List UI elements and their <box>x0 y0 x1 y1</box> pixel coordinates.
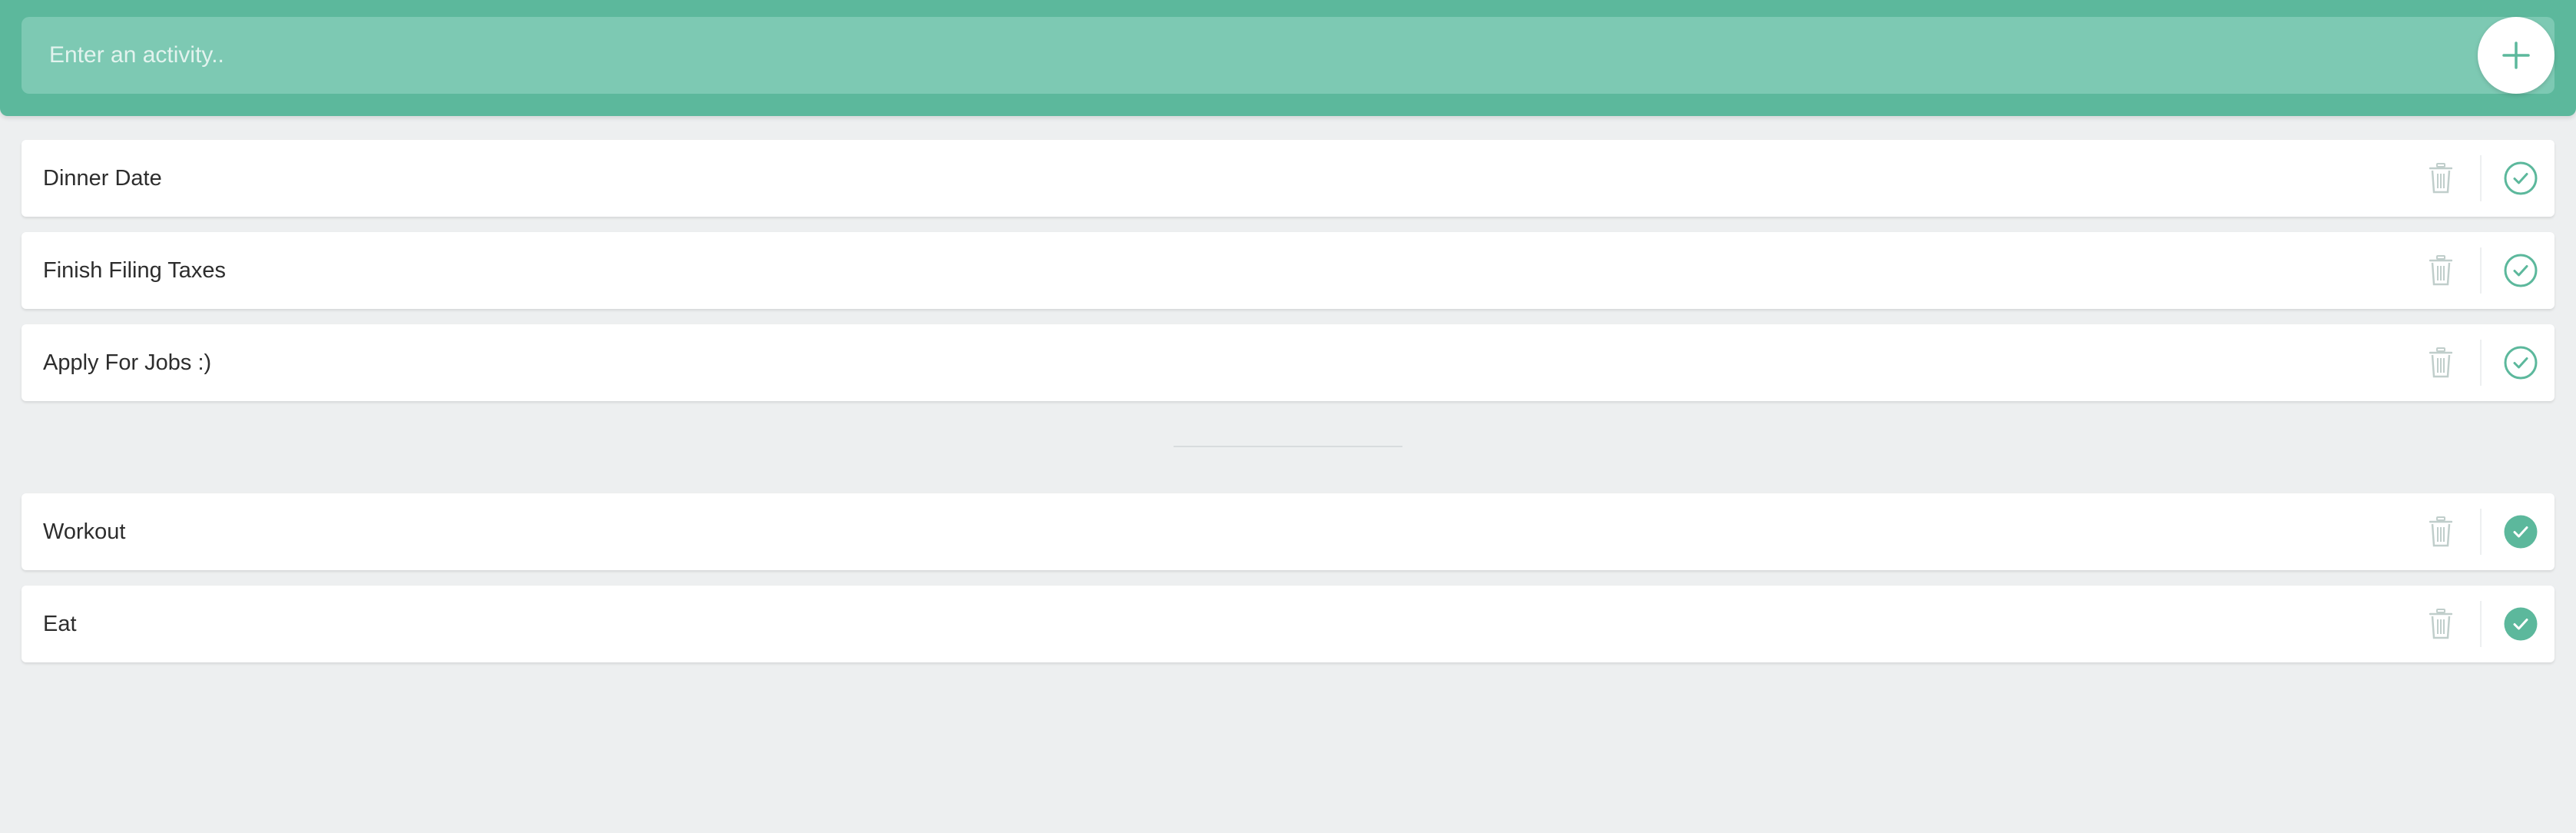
todo-item-label: Apply For Jobs :) <box>43 350 212 375</box>
check-circle-icon <box>2504 346 2538 380</box>
completed-list: Workout Eat <box>22 493 2554 678</box>
trash-icon <box>2429 516 2452 547</box>
todo-list: Dinner Date Finish Filing Taxes Apply Fo… <box>22 140 2554 416</box>
trash-icon <box>2429 255 2452 286</box>
item-divider <box>2480 155 2482 201</box>
remove-button[interactable] <box>2418 247 2464 294</box>
item-divider <box>2480 509 2482 555</box>
check-circle-filled-icon <box>2504 607 2538 641</box>
plus-icon <box>2502 41 2530 69</box>
uncomplete-button[interactable] <box>2499 510 2542 553</box>
remove-button[interactable] <box>2418 509 2464 555</box>
todo-item: Dinner Date <box>22 140 2554 217</box>
remove-button[interactable] <box>2418 601 2464 647</box>
todo-item-label: Finish Filing Taxes <box>43 258 227 283</box>
todo-item: Apply For Jobs :) <box>22 324 2554 401</box>
remove-button[interactable] <box>2418 340 2464 386</box>
complete-button[interactable] <box>2499 249 2542 292</box>
add-activity-input[interactable] <box>22 17 2554 94</box>
check-circle-icon <box>2504 161 2538 195</box>
todo-item-label: Dinner Date <box>43 166 162 191</box>
trash-icon <box>2429 163 2452 194</box>
header-bar <box>0 0 2576 116</box>
completed-item: Workout <box>22 493 2554 570</box>
add-activity-button[interactable] <box>2478 17 2554 94</box>
item-divider <box>2480 340 2482 386</box>
completed-item-label: Workout <box>43 519 126 544</box>
completed-item-label: Eat <box>43 612 77 636</box>
completed-item: Eat <box>22 586 2554 662</box>
check-circle-icon <box>2504 254 2538 287</box>
section-divider <box>1174 446 1402 447</box>
item-divider <box>2480 601 2482 647</box>
check-circle-filled-icon <box>2504 515 2538 549</box>
todo-item: Finish Filing Taxes <box>22 232 2554 309</box>
item-divider <box>2480 247 2482 294</box>
complete-button[interactable] <box>2499 157 2542 200</box>
trash-icon <box>2429 609 2452 639</box>
uncomplete-button[interactable] <box>2499 602 2542 645</box>
trash-icon <box>2429 347 2452 378</box>
complete-button[interactable] <box>2499 341 2542 384</box>
remove-button[interactable] <box>2418 155 2464 201</box>
